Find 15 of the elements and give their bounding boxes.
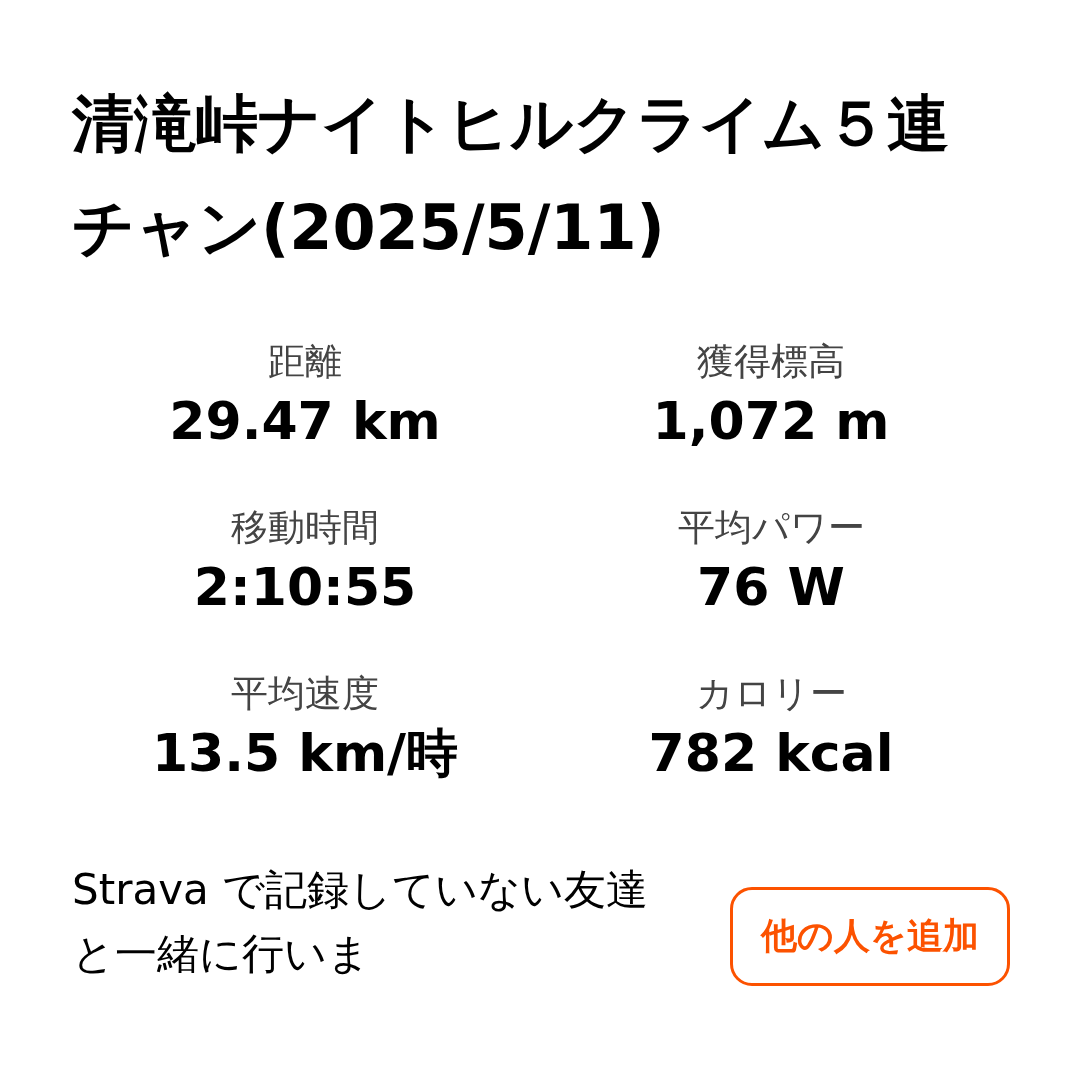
stat-value: 782 kcal — [648, 722, 894, 785]
add-others-button[interactable]: 他の人を追加 — [730, 887, 1010, 986]
stat-value: 2:10:55 — [193, 556, 417, 619]
activity-title: 清滝峠ナイトヒルクライム５連チャン(2025/5/11) — [72, 86, 950, 266]
stat-label: カロリー — [695, 671, 847, 717]
stat-value: 76 W — [697, 556, 845, 619]
stat-value: 13.5 km/時 — [151, 722, 459, 785]
stat-label: 移動時間 — [231, 505, 379, 551]
invite-text: Strava で記録していない友達と一緒に行いま — [72, 864, 650, 980]
stat-label: 獲得標高 — [697, 339, 845, 385]
stat-value: 1,072 m — [652, 390, 890, 453]
stat-value: 29.47 km — [169, 390, 441, 453]
stat-label: 平均速度 — [231, 671, 379, 717]
stat-label: 距離 — [268, 339, 342, 385]
stat-label: 平均パワー — [677, 505, 865, 551]
